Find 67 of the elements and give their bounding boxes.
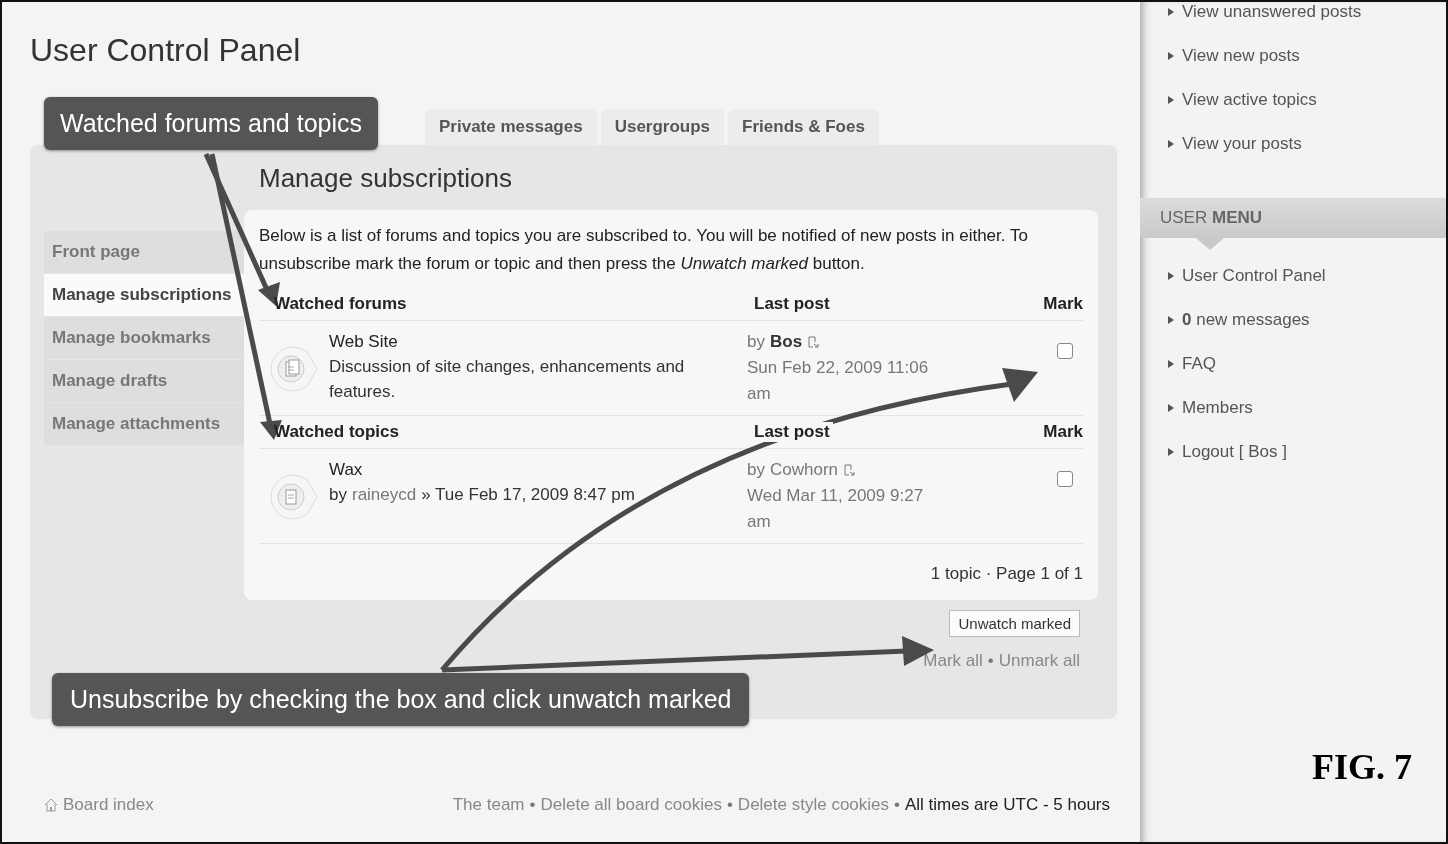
- separator-dot: •: [529, 795, 536, 815]
- user-menu-header: USER MENU: [1140, 198, 1446, 238]
- footer-link[interactable]: Delete style cookies: [737, 795, 890, 815]
- mark-checkbox[interactable]: [1057, 343, 1073, 359]
- page-title: User Control Panel: [30, 32, 302, 69]
- sidebar-link[interactable]: View new posts: [1168, 46, 1446, 66]
- forum-title-link[interactable]: Web Site: [329, 329, 747, 354]
- post-icon[interactable]: [807, 336, 820, 348]
- post-icon[interactable]: [843, 464, 855, 476]
- home-icon: [44, 798, 58, 812]
- column-header: Mark: [1042, 294, 1083, 314]
- sidebar-link[interactable]: User Control Panel: [1168, 266, 1446, 286]
- sidebar-link[interactable]: FAQ: [1168, 354, 1446, 374]
- triangle-bullet-icon: [1168, 96, 1174, 104]
- sidebar-link[interactable]: Logout [ Bos ]: [1168, 442, 1446, 462]
- triangle-bullet-icon: [1168, 52, 1174, 60]
- author-link[interactable]: raineycd: [351, 482, 417, 507]
- pagination-text: 1 topic · Page 1 of 1: [930, 564, 1083, 583]
- triangle-bullet-icon: [1168, 448, 1174, 456]
- sidebar-link[interactable]: 0 new messages: [1168, 310, 1446, 330]
- section-heading: Manage subscriptions: [259, 163, 513, 194]
- last-post-date: Sun Feb 22, 2009 11:06 am: [747, 357, 930, 405]
- figure-label: FIG. 7: [1312, 746, 1412, 788]
- byline-text: by: [329, 484, 347, 506]
- tab[interactable]: Private messages: [425, 109, 597, 145]
- author-link[interactable]: Cowhorn: [769, 457, 838, 483]
- document-icon: [267, 343, 319, 395]
- header-pointer-icon: [1196, 238, 1224, 250]
- sidebar-link[interactable]: View your posts: [1168, 134, 1446, 154]
- column-header: Mark: [1042, 422, 1083, 442]
- separator-dot: •: [987, 651, 994, 671]
- author-link[interactable]: Bos: [769, 329, 803, 355]
- annotation-callout: Watched forums and topics: [44, 97, 378, 150]
- forum-title-link[interactable]: Wax: [329, 457, 747, 482]
- separator-dot: •: [726, 795, 733, 815]
- column-header: Watched forums: [274, 294, 408, 314]
- sidebar-link[interactable]: Members: [1168, 398, 1446, 418]
- triangle-bullet-icon: [1168, 404, 1174, 412]
- footer-link[interactable]: The team: [452, 795, 525, 815]
- nav-item[interactable]: Manage subscriptions: [44, 274, 244, 317]
- triangle-bullet-icon: [1168, 8, 1174, 16]
- footer-link[interactable]: Delete all board cookies: [540, 795, 722, 815]
- last-post-date: Wed Mar 11, 2009 9:27 am: [747, 485, 925, 533]
- separator-dot: •: [894, 795, 900, 815]
- forum-description: Discussion of site changes, enhancements and features.: [329, 356, 686, 403]
- annotation-callout: Unsubscribe by checking the box and click unwatch marked: [52, 673, 750, 726]
- nav-item[interactable]: Manage attachments: [44, 403, 244, 446]
- triangle-bullet-icon: [1168, 272, 1174, 280]
- document-icon: [267, 471, 319, 523]
- sidebar-link[interactable]: View active topics: [1168, 90, 1446, 110]
- triangle-bullet-icon: [1168, 360, 1174, 368]
- unwatch-marked-button[interactable]: Unwatch marked: [949, 610, 1080, 637]
- board-index-link[interactable]: Board index: [63, 795, 154, 815]
- nav-item[interactable]: Manage drafts: [44, 360, 244, 403]
- intro-paragraph: Below is a list of forums and topics you are subscribed to. You will be notified of new posts in either. To unsubscribe mark the forum or topic and then press the Unwatch marked button.: [259, 225, 1029, 275]
- triangle-bullet-icon: [1168, 316, 1174, 324]
- tab[interactable]: Usergroups: [600, 109, 725, 145]
- nav-item[interactable]: Manage bookmarks: [44, 317, 244, 360]
- mark-checkbox[interactable]: [1057, 471, 1073, 487]
- byline-date: » Tue Feb 17, 2009 8:47 pm: [421, 484, 635, 506]
- tab[interactable]: Friends & Foes: [728, 109, 879, 145]
- timezone-text: All times are UTC - 5 hours: [905, 795, 1110, 815]
- sidebar-link[interactable]: View unanswered posts: [1168, 2, 1446, 22]
- nav-item[interactable]: Front page: [44, 231, 244, 274]
- byline-text: by: [747, 331, 765, 353]
- triangle-bullet-icon: [1168, 140, 1174, 148]
- byline-text: by: [747, 459, 765, 481]
